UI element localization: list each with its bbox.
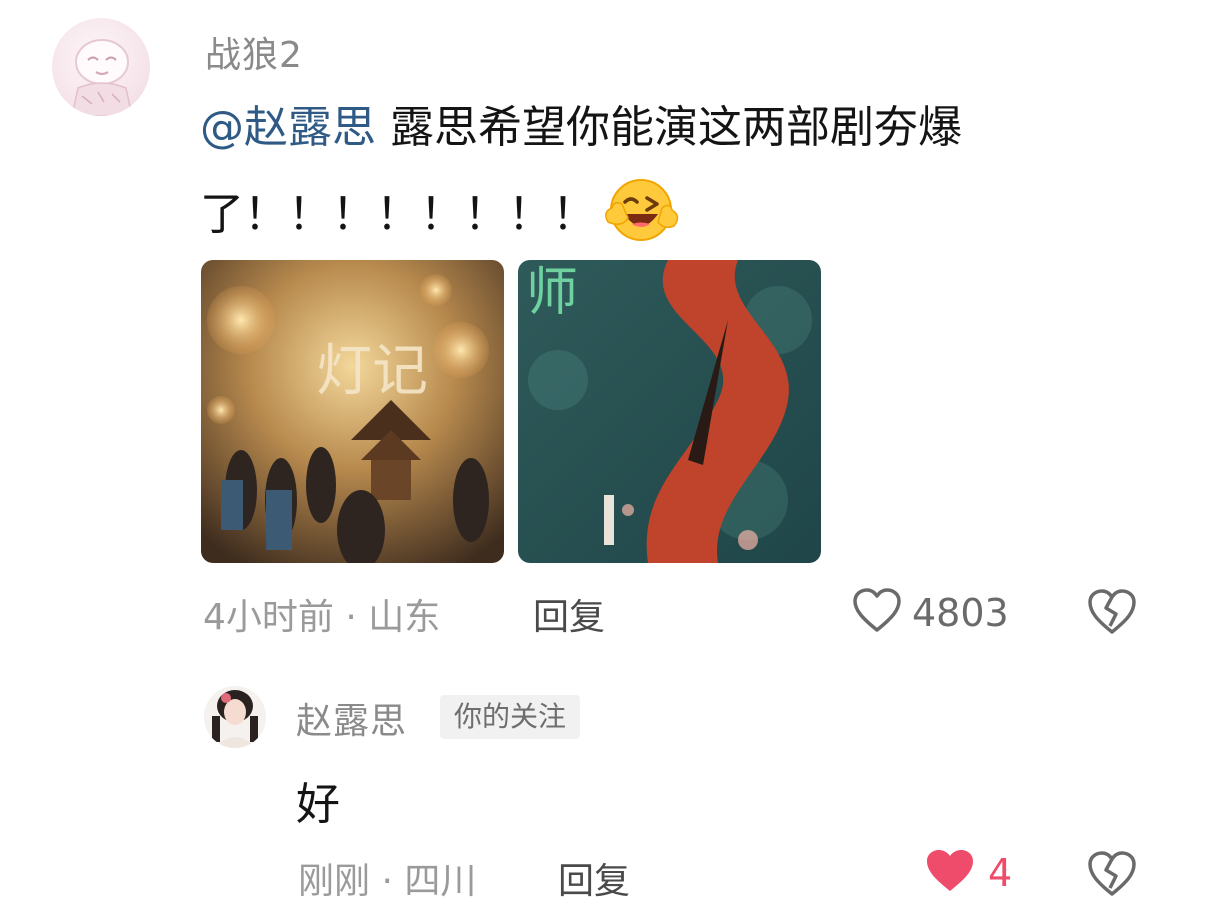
commenter-username[interactable]: 战狼2: [205, 26, 303, 78]
like-button[interactable]: 4: [924, 848, 1012, 898]
poster-title-text: 师: [526, 263, 578, 323]
broken-heart-icon: [1086, 851, 1138, 902]
poster-title-text: 灯记: [316, 339, 428, 404]
grinning-winking-face-emoji-icon: [600, 170, 682, 252]
comment-text-line-2: 了！！！！！！！！: [200, 176, 682, 258]
like-count: 4: [988, 851, 1013, 895]
dislike-button[interactable]: [1086, 588, 1138, 638]
commenter-avatar[interactable]: [52, 18, 150, 116]
comment-text-continued: 了！！！！！！！！: [200, 189, 596, 240]
reply-text: 好: [296, 779, 340, 830]
avatar-illustration: [71, 39, 133, 116]
heart-outline-icon: [852, 588, 902, 638]
comment-text-line-1: @赵露思 露思希望你能演这两部剧夯爆: [200, 100, 962, 156]
reply-button[interactable]: 回复: [558, 852, 630, 904]
broken-heart-icon: [1086, 589, 1138, 640]
replier-avatar[interactable]: [204, 686, 266, 748]
comment-text: 露思希望你能演这两部剧夯爆: [390, 102, 962, 153]
like-button[interactable]: 4803: [852, 588, 1009, 638]
following-badge: 你的关注: [440, 695, 581, 739]
replier-username[interactable]: 赵露思: [296, 692, 407, 744]
reply-button[interactable]: 回复: [533, 588, 605, 640]
comment-meta: 4小时前 · 山东: [203, 597, 441, 638]
dislike-button[interactable]: [1086, 850, 1138, 900]
comment-image-1[interactable]: 灯记: [201, 260, 504, 563]
reply-meta: 刚刚 · 四川: [298, 861, 477, 902]
comment-image-2[interactable]: 师: [518, 260, 821, 563]
like-count: 4803: [912, 591, 1009, 635]
heart-filled-icon: [924, 847, 976, 899]
mention-link[interactable]: @赵露思: [200, 102, 376, 153]
